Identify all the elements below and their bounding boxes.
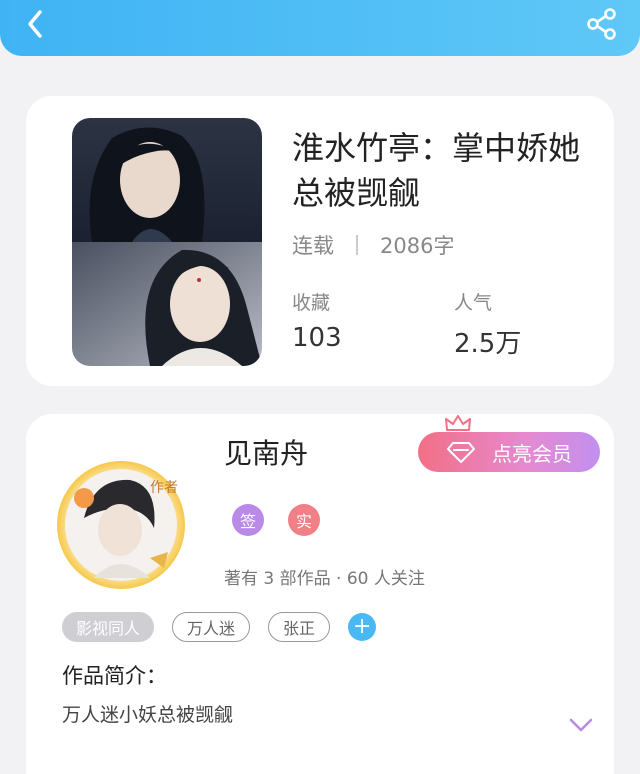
popularity-stat: 人气 2.5万 (454, 288, 521, 360)
favorites-value: 103 (292, 323, 342, 353)
activate-vip-button[interactable]: 点亮会员 (418, 432, 600, 472)
word-count: 2086字 (380, 234, 455, 258)
tag-item[interactable]: 万人迷 (172, 612, 251, 642)
avatar-author-badge: 作者 (150, 480, 178, 496)
add-tag-button[interactable]: + (348, 613, 377, 641)
book-cover-image[interactable] (72, 118, 262, 366)
popularity-value: 2.5万 (454, 329, 522, 359)
synopsis-label: 作品简介： (62, 664, 167, 688)
favorites-label: 收藏 (292, 292, 331, 314)
top-navigation-bar (0, 0, 640, 56)
crown-icon (445, 415, 471, 431)
tag-list: 影视同人 万人迷 张正 + (62, 612, 377, 642)
share-button[interactable] (584, 6, 620, 42)
verified-author-badge: 实 (288, 504, 320, 536)
meta-divider (356, 235, 358, 255)
synopsis-text: 万人迷小妖总被觊觎 (62, 704, 234, 726)
author-name[interactable]: 见南舟 (224, 432, 308, 472)
tag-item[interactable]: 影视同人 (62, 612, 155, 642)
chevron-down-icon[interactable] (568, 716, 594, 734)
vip-button-label: 点亮会员 (492, 441, 572, 466)
diamond-icon (447, 442, 475, 463)
book-info-card: 淮水竹亭：掌中娇她总被觊觎 连载 2086字 收藏 103 人气 2.5万 (26, 96, 614, 386)
signed-author-badge: 签 (232, 504, 264, 536)
chevron-left-icon (28, 10, 42, 38)
share-icon (587, 8, 616, 40)
favorites-stat: 收藏 103 (292, 288, 342, 353)
book-meta-row: 连载 2086字 (292, 230, 454, 260)
serialization-status: 连载 (292, 234, 334, 258)
book-title: 淮水竹亭：掌中娇她总被觊觎 (292, 129, 581, 212)
tag-item[interactable]: 张正 (268, 612, 331, 642)
author-avatar[interactable]: 作者 (54, 458, 188, 592)
author-works-summary: 著有 3 部作品 · 60 人关注 (224, 569, 425, 589)
popularity-label: 人气 (454, 292, 493, 314)
author-card: 作者 见南舟 点亮会员 签 实 著有 3 部作品 · 60 人关注 影视同人 万… (26, 414, 614, 774)
back-button[interactable] (18, 6, 54, 42)
